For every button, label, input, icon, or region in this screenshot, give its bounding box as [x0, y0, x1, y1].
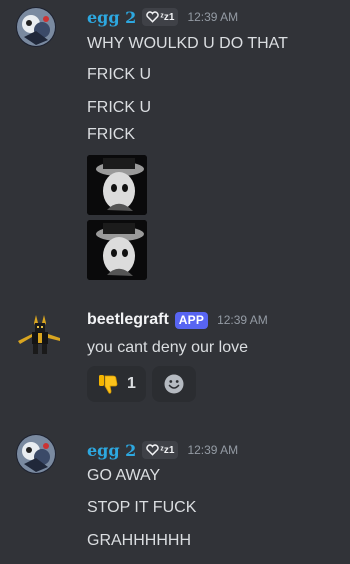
timestamp: 12:39 AM: [187, 443, 239, 457]
username[interactable]: egg 2: [87, 441, 136, 460]
reaction-thumbs-down[interactable]: 1: [87, 366, 146, 402]
message-line: STOP IT FUCK: [87, 499, 197, 516]
heart-icon: [146, 444, 160, 456]
message-line: FRICK U: [87, 66, 151, 83]
add-reaction-icon: [164, 374, 184, 394]
thumbs-down-icon: [99, 375, 118, 394]
message-line: GRAHHHHHH: [87, 532, 191, 549]
app-badge: APP: [174, 311, 209, 329]
status-badge: ᶻz1: [142, 8, 179, 26]
status-badge: ᶻz1: [142, 441, 179, 459]
message-line: FRICK U: [87, 99, 151, 116]
reaction-count: 1: [127, 375, 136, 392]
message-header: egg 2 ᶻz1 12:39 AM: [87, 439, 238, 461]
message-line: you cant deny our love: [87, 339, 248, 356]
avatar[interactable]: [16, 434, 56, 474]
avatar[interactable]: [16, 311, 60, 354]
username[interactable]: beetlegraft: [87, 311, 169, 329]
username[interactable]: egg 2: [87, 8, 136, 27]
message-line: FRICK: [87, 126, 135, 143]
chat-message-list: egg 2 ᶻz1 12:39 AM WHY WOULKD U DO THAT …: [0, 0, 350, 564]
timestamp: 12:39 AM: [187, 10, 239, 24]
add-reaction-button[interactable]: [151, 366, 196, 402]
heart-icon: [146, 11, 160, 23]
reaction-bar: 1: [87, 366, 196, 402]
timestamp: 12:39 AM: [217, 313, 268, 327]
image-attachment[interactable]: [87, 155, 147, 215]
message-group: egg 2 ᶻz1 12:39 AM WHY WOULKD U DO THAT …: [0, 0, 350, 300]
message-header: beetlegraft APP 12:39 AM: [87, 309, 268, 331]
sleep-icon: ᶻz1: [160, 11, 175, 23]
message-header: egg 2 ᶻz1 12:39 AM: [87, 6, 238, 28]
avatar[interactable]: [16, 7, 56, 47]
message-line: GO AWAY: [87, 467, 161, 484]
sleep-icon: ᶻz1: [160, 444, 175, 456]
message-line: WHY WOULKD U DO THAT: [87, 35, 288, 52]
image-attachment[interactable]: [87, 220, 147, 280]
